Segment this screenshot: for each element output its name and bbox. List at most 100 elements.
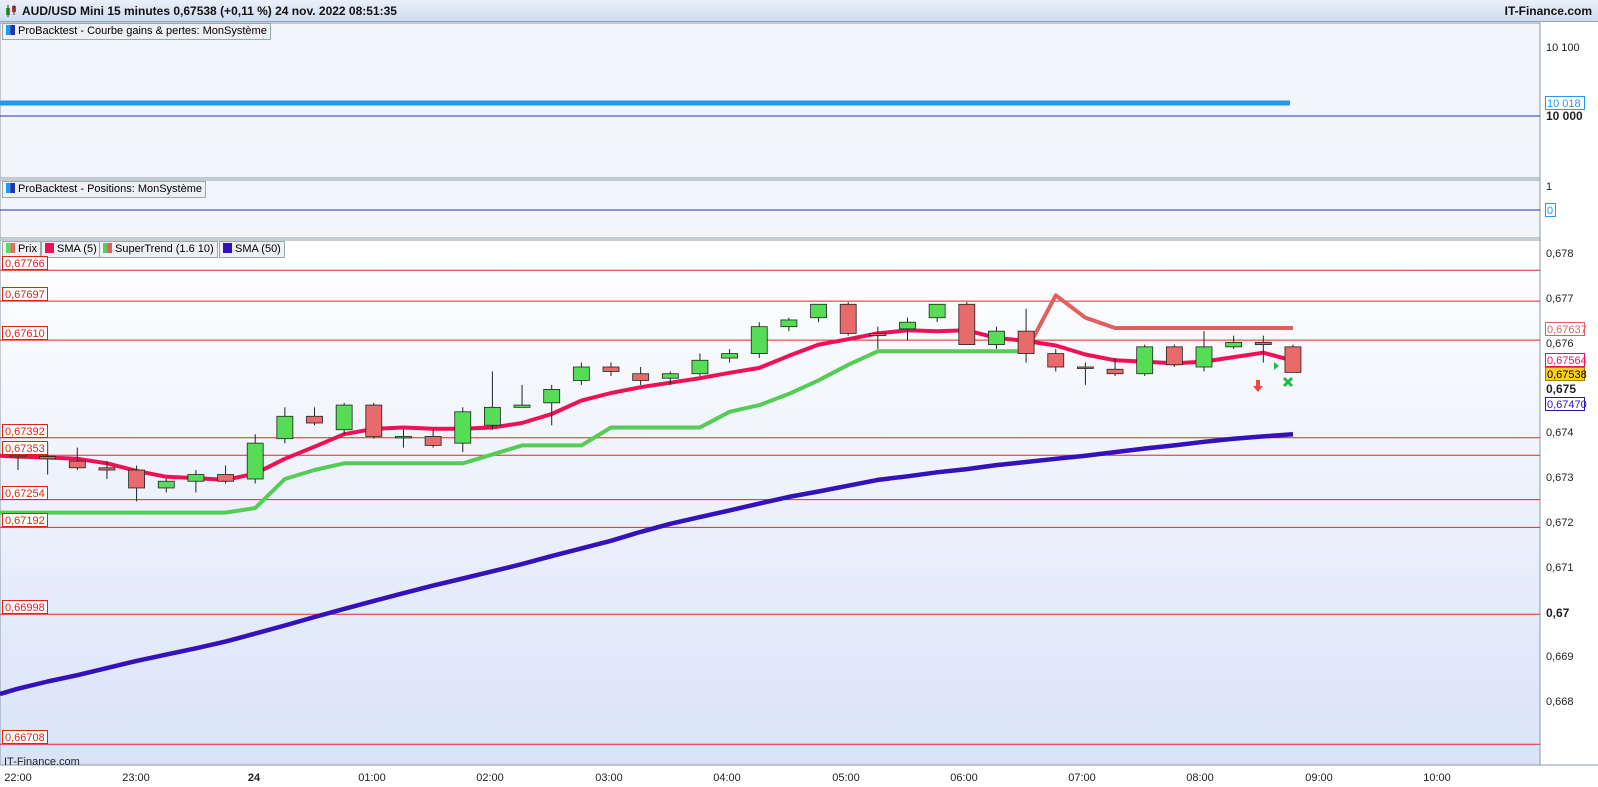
candle-body-up [572, 366, 590, 381]
candle [1165, 344, 1183, 367]
time-axis-tick: 05:00 [832, 772, 860, 784]
candle-body-up [1225, 341, 1243, 348]
blue-square-icon [6, 183, 15, 193]
candle-body-down [632, 373, 650, 381]
price-axis-tick: 0,672 [1546, 516, 1574, 529]
candle-body-up [691, 359, 709, 375]
candle-body-up [276, 415, 294, 440]
candle-body-down [1106, 368, 1124, 375]
positions-value-tag: 0 [1545, 203, 1556, 217]
candle-body-up [780, 319, 798, 328]
candle-body-down [39, 456, 57, 460]
candle-body-up [246, 442, 264, 480]
legend-label: SMA (50) [235, 243, 281, 255]
price-axis-tick: 0,676 [1546, 337, 1574, 350]
candle [365, 402, 383, 439]
candle-body-down [958, 303, 976, 345]
chart-canvas[interactable] [0, 0, 1598, 787]
positions-panel-tag-label: ProBacktest - Positions: MonSystème [18, 183, 203, 195]
candle-body-up [988, 330, 1005, 346]
legend-item-supertrend[interactable]: SuperTrend (1.6 10) [99, 241, 218, 258]
source-label: IT-Finance.com [4, 756, 80, 768]
blue-square-icon [6, 25, 15, 35]
candle-body-down [424, 436, 442, 446]
time-axis-tick: 22:00 [4, 772, 32, 784]
candle-body-down [1165, 346, 1183, 366]
price-axis-tick: 0,677 [1546, 292, 1574, 305]
price-axis-tick: 0,678 [1546, 248, 1574, 260]
level-label: 0,67192 [2, 513, 48, 528]
candle-body-down [365, 404, 383, 437]
candle-body-up [899, 321, 916, 330]
equity-value-tag: 10 018 [1545, 96, 1585, 110]
time-axis-tick: 07:00 [1068, 772, 1096, 784]
legend-label: Prix [18, 243, 37, 255]
last-price-tag: 0,67538 [1545, 367, 1587, 381]
time-axis-tick: 06:00 [950, 772, 978, 784]
candle-body-up [335, 404, 353, 431]
equity-value: 10 018 [1547, 98, 1581, 110]
candle-body-up [543, 388, 561, 404]
level-label: 0,67610 [2, 326, 48, 341]
equity-axis-tick: 10 100 [1546, 42, 1580, 54]
candle-body-up [928, 303, 946, 319]
level-label: 0,67353 [2, 441, 48, 456]
candle-body-up [1195, 346, 1213, 368]
candle [335, 402, 353, 435]
up-down-candle-icon [6, 243, 15, 253]
sma50-value-tag: 0,67470 [1545, 397, 1587, 411]
time-axis-tick: 03:00 [595, 772, 623, 784]
candle-body-up [1136, 346, 1154, 375]
candle [958, 302, 976, 345]
legend-item-sma50[interactable]: SMA (50) [219, 241, 285, 258]
candle-body-up [661, 373, 679, 379]
legend-label: SuperTrend (1.6 10) [115, 243, 214, 255]
level-label: 0,67254 [2, 485, 48, 500]
time-axis-tick: 04:00 [713, 772, 741, 784]
positions-panel-tag[interactable]: ProBacktest - Positions: MonSystème [2, 181, 207, 198]
candle [839, 302, 857, 336]
candle [1136, 344, 1154, 376]
time-axis-tick: 08:00 [1186, 772, 1214, 784]
time-axis-tick: 24 [247, 772, 261, 784]
price-axis-tick: 0,673 [1546, 472, 1574, 484]
candle [1284, 344, 1302, 373]
candle-body-up [187, 474, 205, 482]
square-icon [223, 243, 232, 253]
candle-body-up [513, 404, 531, 408]
supertrend-value: 0,67637 [1547, 324, 1587, 336]
time-axis-tick: 23:00 [122, 772, 150, 784]
equity-panel-tag-label: ProBacktest - Courbe gains & pertes: Mon… [18, 25, 267, 37]
level-label: 0,67697 [2, 287, 48, 302]
square-icon [45, 243, 54, 253]
candle-body-down [1077, 366, 1094, 369]
equity-panel-tag[interactable]: ProBacktest - Courbe gains & pertes: Mon… [2, 23, 271, 40]
candle [750, 322, 768, 359]
time-axis-tick: 10:00 [1423, 772, 1451, 784]
candle-body-down [1047, 353, 1065, 368]
candle-body-up [810, 303, 827, 319]
price-axis-tick: 0,674 [1546, 427, 1574, 440]
candle-body-down [869, 332, 887, 337]
chart-window: AUD/USD Mini 15 minutes 0,67538 (+0,11 %… [0, 0, 1598, 787]
candle-body-up [157, 480, 175, 489]
candle-body-up [721, 353, 738, 359]
candle-body-up [395, 436, 412, 439]
level-label: 0,67766 [2, 256, 48, 271]
legend-item-sma5[interactable]: SMA (5) [41, 241, 101, 258]
time-axis-tick: 02:00 [476, 772, 504, 784]
level-label: 0,66708 [2, 730, 48, 745]
supertrend-value-tag: 0,67637 [1545, 322, 1587, 336]
candle-body-down [839, 303, 857, 334]
price-axis-tick: 0,668 [1546, 696, 1574, 708]
candle-body-down [1284, 346, 1302, 373]
candle-body-up [454, 411, 472, 444]
candle-body-down [128, 469, 146, 489]
time-axis-tick: 09:00 [1305, 772, 1333, 784]
positions-value: 0 [1547, 205, 1554, 217]
candle-body-down [1254, 341, 1272, 345]
price-axis-tick: 0,675 [1546, 382, 1577, 397]
candle-body-up [483, 406, 501, 426]
candle-body-down [602, 366, 620, 372]
price-axis-tick: 0,669 [1546, 651, 1574, 664]
